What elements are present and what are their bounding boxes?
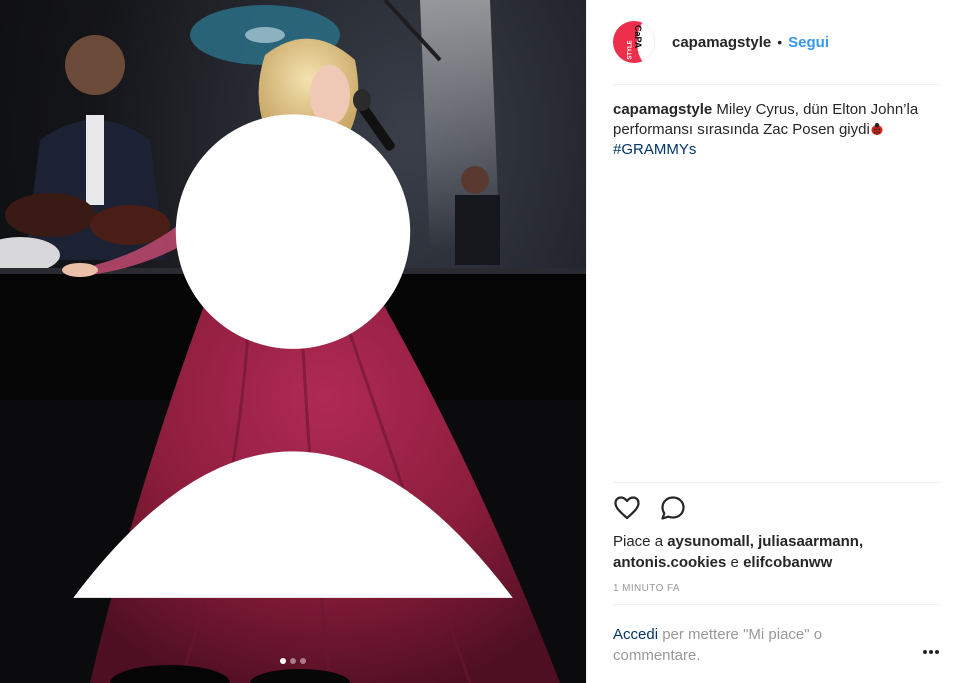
post-photo[interactable] [0, 0, 586, 683]
comment-bubble-icon[interactable] [659, 494, 687, 522]
avatar-logo-text: CaPA [633, 25, 643, 49]
liker-username[interactable]: elifcobanww [743, 554, 832, 571]
more-options-icon[interactable] [921, 646, 941, 658]
post-actions [613, 494, 687, 522]
user-tag-icon[interactable] [0, 0, 586, 683]
carousel-dot-active[interactable] [280, 658, 286, 664]
carousel-dot[interactable] [300, 658, 306, 664]
avatar[interactable]: CaPA STYLE [613, 21, 655, 63]
liker-username[interactable]: aysunomall [667, 533, 750, 550]
ladybug-icon [871, 123, 883, 135]
likes-prefix: Piace a [613, 533, 664, 550]
likes-summary: Piace a aysunomall, juliasaarmann, anton… [613, 531, 943, 573]
likes-separator: , [749, 533, 754, 550]
likes-conjunction: e [730, 554, 739, 571]
author-username[interactable]: capamagstyle [672, 34, 771, 51]
caption-hashtag[interactable]: #GRAMMYs [613, 141, 696, 158]
login-link[interactable]: Accedi [613, 626, 658, 643]
comment-login-prompt: Accedi per mettere "Mi piace" o commenta… [613, 624, 873, 666]
post-side-panel: CaPA STYLE capamagstyle • Segui capamags… [586, 0, 969, 683]
liker-username[interactable]: juliasaarmann [758, 533, 859, 550]
caption-username[interactable]: capamagstyle [613, 101, 712, 118]
likes-separator: , [858, 533, 864, 550]
post-timestamp[interactable]: 1 MINUTO FA [613, 583, 680, 594]
post-caption: capamagstyle Miley Cyrus, dün Elton John… [613, 100, 933, 160]
comment-divider [613, 604, 941, 605]
avatar-logo-subtext: STYLE [627, 40, 634, 60]
header-divider [613, 84, 941, 85]
actions-divider [613, 482, 941, 483]
post-header: CaPA STYLE capamagstyle • Segui [587, 0, 969, 84]
liker-username[interactable]: antonis.cookies [613, 554, 726, 571]
follow-button[interactable]: Segui [788, 34, 829, 51]
carousel-indicator [0, 658, 586, 664]
carousel-dot[interactable] [290, 658, 296, 664]
heart-icon[interactable] [613, 494, 641, 522]
header-separator: • [777, 34, 783, 50]
